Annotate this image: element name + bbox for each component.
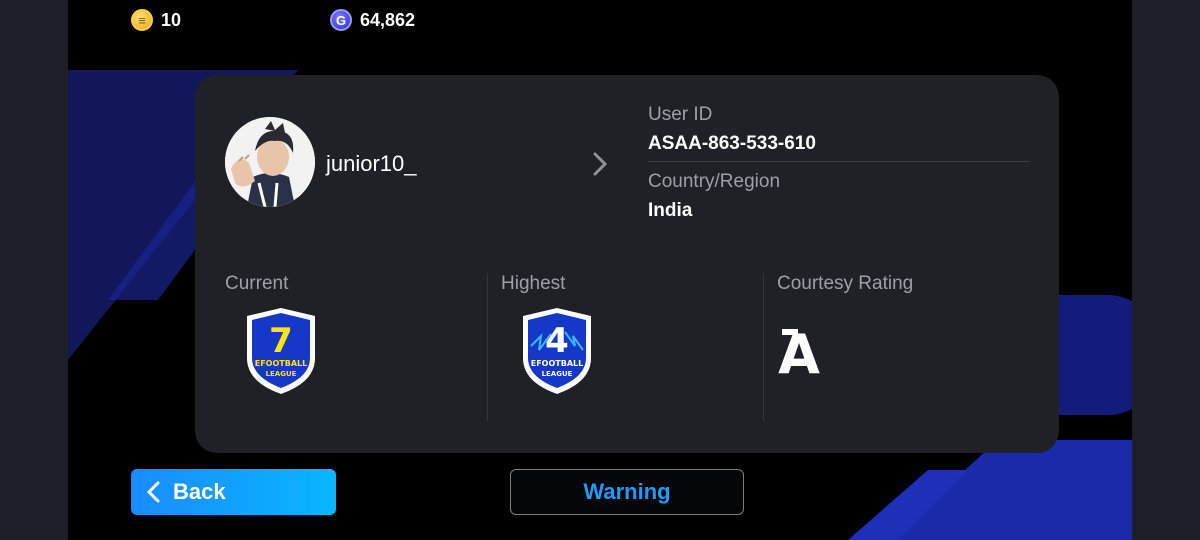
column-divider [487, 273, 488, 421]
divider [648, 161, 1029, 162]
current-division-badge-icon: 7 EFOOTBALL LEAGUE [247, 308, 315, 394]
profile-card: junior10_ User ID ASAA-863-533-610 Count… [195, 75, 1059, 453]
column-divider [763, 273, 764, 421]
courtesy-grade-icon: A [778, 325, 820, 377]
highest-rating-label: Highest [501, 273, 566, 294]
back-button[interactable]: Back [131, 469, 336, 515]
avatar-portrait-icon [225, 117, 315, 207]
highest-badge-text-2: LEAGUE [542, 370, 573, 378]
user-id-value: ASAA-863-533-610 [648, 133, 816, 154]
current-badge-text-2: LEAGUE [266, 370, 297, 378]
chevron-left-icon [146, 481, 160, 503]
coins-display: ≡ 10 [131, 9, 181, 31]
chevron-right-icon[interactable] [588, 149, 612, 179]
right-letterbox [1132, 0, 1200, 540]
country-value: India [648, 200, 693, 221]
back-button-label: Back [173, 479, 226, 504]
warning-button[interactable]: Warning [510, 469, 744, 515]
courtesy-rating-label: Courtesy Rating [777, 273, 914, 294]
username[interactable]: junior10_ [326, 151, 417, 177]
coins-value: 10 [161, 9, 182, 30]
gp-value: 64,862 [360, 9, 416, 30]
avatar[interactable] [225, 117, 315, 207]
gp-icon: G [330, 9, 352, 31]
left-letterbox [0, 0, 68, 540]
gp-display: G 64,862 [330, 9, 415, 31]
efootball-coin-icon: ≡ [131, 9, 153, 31]
current-badge-text-1: EFOOTBALL [255, 359, 307, 368]
warning-button-label: Warning [583, 479, 671, 504]
highest-division-number: 4 [545, 321, 569, 361]
current-division-number: 7 [269, 321, 293, 361]
highest-division-badge-icon: 4 EFOOTBALL LEAGUE [523, 308, 591, 394]
highest-badge-text-1: EFOOTBALL [531, 359, 583, 368]
user-id-label: User ID [648, 104, 713, 125]
country-label: Country/Region [648, 171, 781, 192]
current-rating-label: Current [225, 273, 289, 294]
